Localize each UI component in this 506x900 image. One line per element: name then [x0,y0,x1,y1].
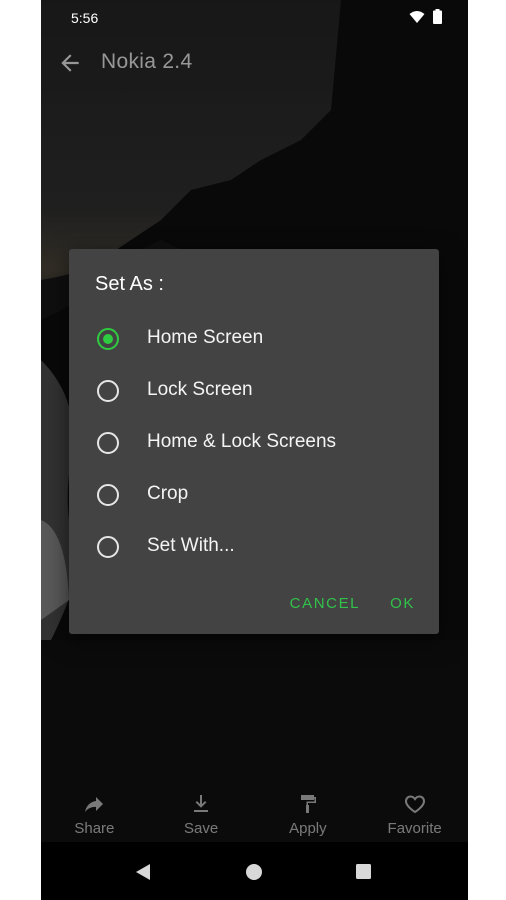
radio-unselected-icon[interactable] [97,484,119,506]
share-label: Share [74,820,115,837]
back-arrow-icon[interactable] [57,50,83,76]
cancel-button[interactable]: CANCEL [290,595,360,612]
apply-label: Apply [289,820,327,837]
option-home-and-lock-screens[interactable]: Home & Lock Screens [69,417,439,469]
option-lock-screen[interactable]: Lock Screen [69,365,439,417]
option-label: Home Screen [147,327,264,348]
favorite-button[interactable]: Favorite [361,786,468,842]
nav-back-icon[interactable] [135,863,151,881]
apply-button[interactable]: Apply [255,786,362,842]
wifi-icon [409,10,425,23]
nav-recents-icon[interactable] [355,863,372,880]
save-button[interactable]: Save [148,786,255,842]
app-bar: Nokia 2.4 [41,36,468,88]
share-icon [85,797,104,812]
download-icon [194,795,209,812]
option-label: Home & Lock Screens [147,431,337,452]
bottom-action-bar: Share Save Apply Favorite [41,786,468,842]
status-bar: 5:56 [41,0,468,36]
favorite-label: Favorite [387,820,442,837]
option-label: Set With... [147,535,235,556]
status-icons [409,9,442,24]
ok-button[interactable]: OK [390,595,415,612]
radio-unselected-icon[interactable] [97,380,119,402]
share-button[interactable]: Share [41,786,148,842]
system-nav-bar [41,846,468,900]
option-label: Lock Screen [147,379,253,400]
status-time: 5:56 [71,10,99,26]
dialog-title: Set As : [95,273,164,295]
option-home-screen[interactable]: Home Screen [69,313,439,365]
option-label: Crop [147,483,189,504]
phone-screen: 5:56 Nokia 2.4 Share Save Apply Favorite… [41,0,468,900]
radio-selected-icon[interactable] [97,328,119,350]
radio-unselected-icon[interactable] [97,432,119,454]
dialog-actions: CANCEL OK [290,595,415,612]
option-set-with[interactable]: Set With... [69,521,439,573]
save-label: Save [184,820,219,837]
set-as-dialog: Set As : Home Screen Lock Screen Home & … [69,249,439,634]
nav-home-icon[interactable] [245,863,263,881]
radio-unselected-icon[interactable] [97,536,119,558]
paint-roller-icon [300,795,316,813]
option-crop[interactable]: Crop [69,469,439,521]
battery-icon [433,9,442,24]
page-title: Nokia 2.4 [101,50,193,73]
heart-icon [404,795,425,814]
